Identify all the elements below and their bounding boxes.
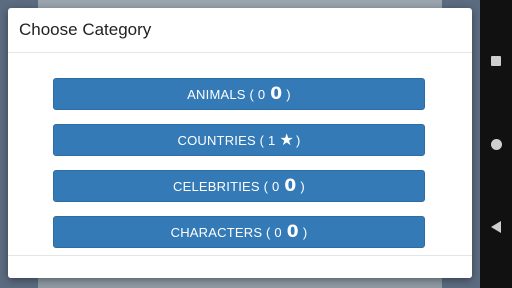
home-icon	[490, 138, 502, 150]
dialog-footer	[8, 255, 472, 278]
category-button-celebrities[interactable]: CELEBRITIES ( 0 0)	[53, 170, 425, 202]
background-strip-top	[38, 0, 442, 8]
dialog-body: ANIMALS ( 0 0) COUNTRIES ( 1 ★) CELEBRIT…	[8, 53, 472, 255]
category-label: CELEBRITIES	[173, 178, 260, 194]
recent-apps-button[interactable]	[480, 45, 512, 77]
home-button[interactable]	[480, 128, 512, 160]
zero-badge-icon: 0	[270, 84, 283, 104]
category-button-animals[interactable]: ANIMALS ( 0 0)	[53, 78, 425, 110]
category-count: 0	[257, 86, 266, 102]
zero-badge-icon: 0	[286, 222, 299, 242]
category-label: CHARACTERS	[170, 224, 263, 240]
star-icon: ★	[279, 132, 294, 149]
back-button[interactable]	[480, 211, 512, 243]
category-count: 0	[271, 178, 280, 194]
category-button-characters[interactable]: CHARACTERS ( 0 0)	[53, 216, 425, 248]
category-label: ANIMALS	[187, 86, 246, 102]
back-icon	[491, 221, 501, 233]
dialog-title: Choose Category	[8, 8, 472, 53]
choose-category-dialog: Choose Category ANIMALS ( 0 0) COUNTRIES…	[8, 8, 472, 278]
system-navigation-bar	[480, 0, 512, 288]
recent-apps-icon	[491, 56, 501, 66]
category-count: 0	[274, 224, 282, 240]
zero-badge-icon: 0	[284, 176, 297, 196]
category-label: COUNTRIES	[177, 132, 256, 148]
category-count: 1	[268, 132, 276, 148]
category-button-countries[interactable]: COUNTRIES ( 1 ★)	[53, 124, 425, 156]
